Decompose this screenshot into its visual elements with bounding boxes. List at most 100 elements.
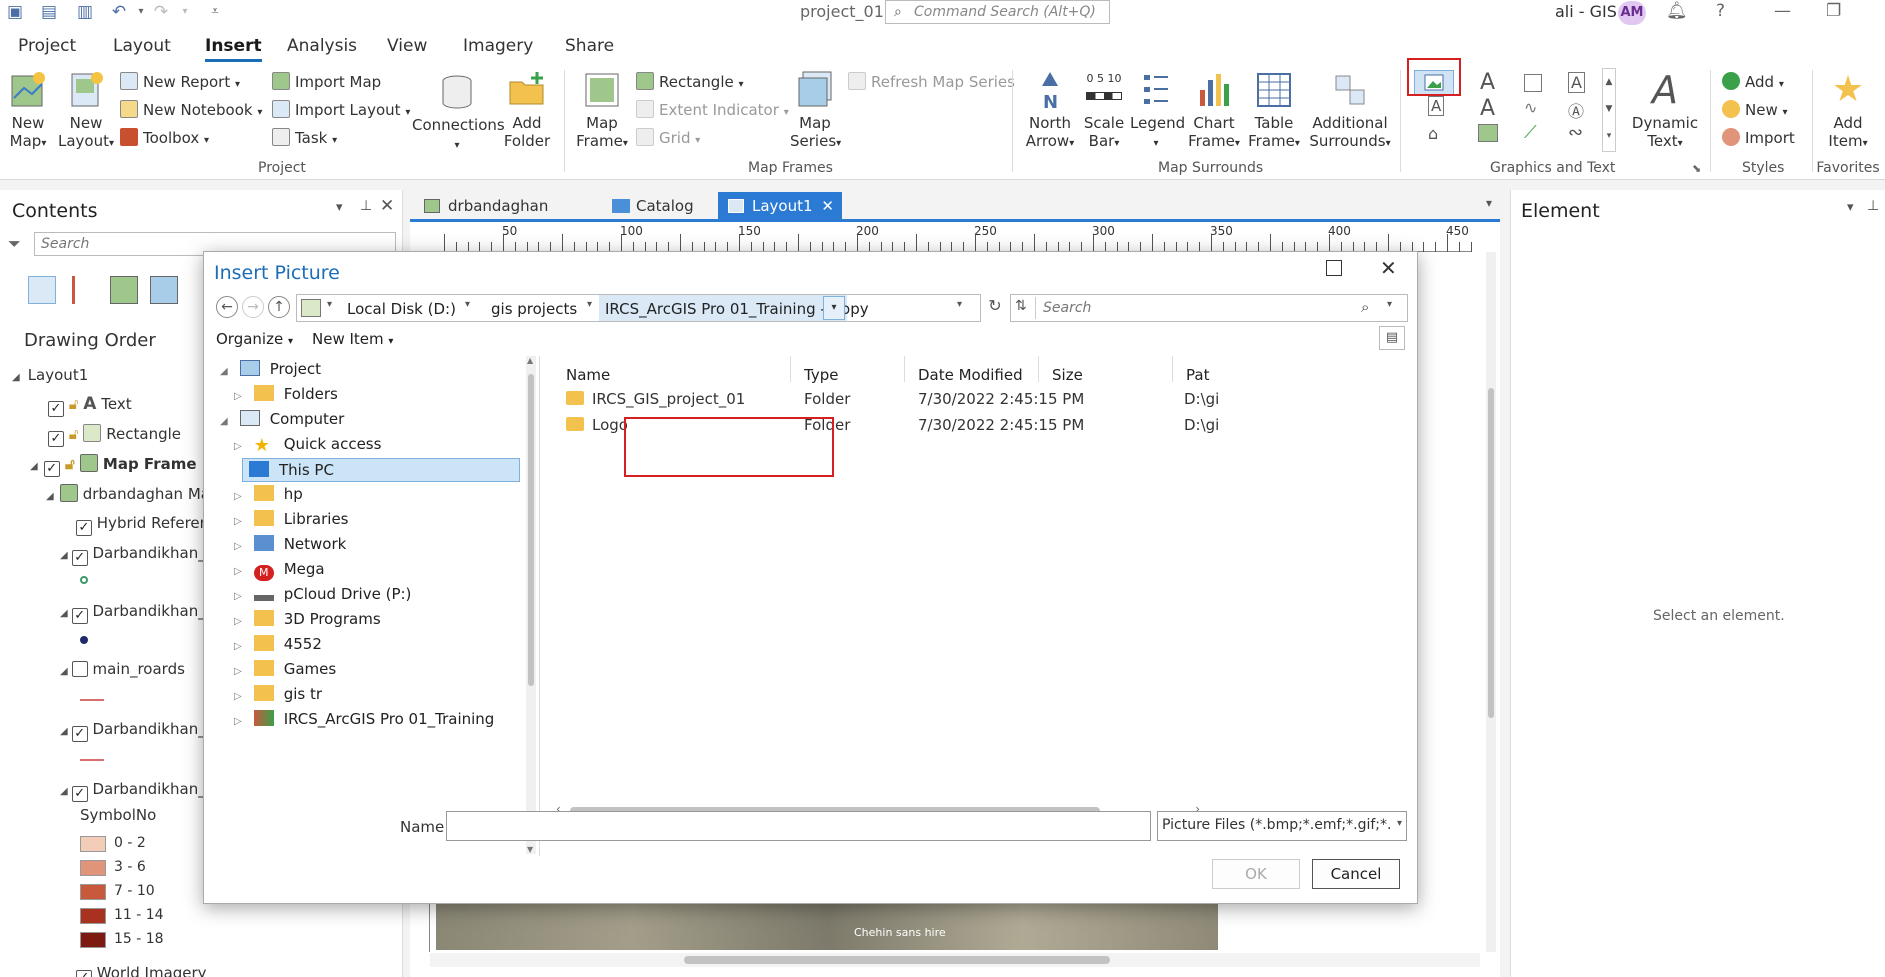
visibility-checkbox[interactable]: ✓ xyxy=(48,401,64,417)
path-segment[interactable]: Local Disk (D:) xyxy=(347,300,456,318)
nav-item-folders[interactable]: ▷ Folders xyxy=(234,385,338,403)
file-row[interactable]: IRCS_GIS_project_01 Folder 7/30/2022 2:45:… xyxy=(556,388,1219,412)
horizontal-scroll-thumb[interactable] xyxy=(684,956,1110,964)
tab-share[interactable]: Share xyxy=(565,36,614,56)
chevron-down-icon[interactable]: ▾ xyxy=(823,296,845,320)
cancel-button[interactable]: Cancel xyxy=(1312,859,1400,889)
tree-row-layout1[interactable]: ◢ Layout1 xyxy=(12,366,88,384)
save-icon[interactable]: ▥ xyxy=(74,2,96,22)
new-layout-button[interactable]: New Layout▾ xyxy=(58,70,114,153)
expand-icon[interactable]: ▷ xyxy=(234,491,242,502)
north-arrow-button[interactable]: N North Arrow▾ xyxy=(1024,70,1076,153)
nav-item-3d-programs[interactable]: ▷ 3D Programs xyxy=(234,610,381,628)
column-divider[interactable] xyxy=(904,356,905,382)
nav-item-ircs-arcgis-pro-01-training[interactable]: ▷ IRCS_ArcGIS Pro 01_Training xyxy=(234,710,494,728)
file-type-select[interactable]: Picture Files (*.bmp;*.emf;*.gif;*.jpg ▾ xyxy=(1157,811,1407,841)
add-folder-button[interactable]: Add Folder xyxy=(502,70,552,150)
redo-icon[interactable]: ↷ xyxy=(150,2,172,22)
tab-analysis[interactable]: Analysis xyxy=(287,36,357,56)
tab-catalog[interactable]: Catalog xyxy=(602,192,702,220)
column-header-type[interactable]: Type xyxy=(804,366,838,384)
back-icon[interactable]: ← xyxy=(216,296,238,318)
column-header-size[interactable]: Size xyxy=(1052,366,1083,384)
bell-icon[interactable]: 🔔︎ xyxy=(1666,1,1688,21)
connections-button[interactable]: Connections ▾ xyxy=(412,72,505,155)
task-button[interactable]: Task ▾ xyxy=(272,128,337,147)
tree-row-layer[interactable]: ◢ ✓ Darbandikhan_l xyxy=(60,720,210,742)
visibility-checkbox[interactable]: ✓ xyxy=(48,431,64,447)
filter-icon[interactable]: ⏷ xyxy=(8,234,21,254)
additional-surrounds-button[interactable]: Additional Surrounds▾ xyxy=(1308,70,1392,153)
nav-scroll-thumb[interactable] xyxy=(528,374,534,686)
map-frame-button[interactable]: Map Frame▾ xyxy=(574,70,630,153)
file-name-input[interactable] xyxy=(446,811,1151,841)
expand-icon[interactable]: ◢ xyxy=(220,366,228,377)
column-header-date-modified[interactable]: Date Modified xyxy=(918,366,1023,384)
up-icon[interactable]: ↑ xyxy=(268,296,290,318)
pane-options-icon[interactable]: ▾ xyxy=(1847,200,1854,215)
close-icon[interactable]: ✕ xyxy=(380,196,394,216)
tree-row-main-roads[interactable]: ◢ main_roards xyxy=(60,660,185,678)
address-bar[interactable]: ▾ Local Disk (D:) ▾ gis projects ▾ IRCS_… xyxy=(296,294,981,322)
list-by-drawing-order-icon[interactable] xyxy=(28,276,56,304)
lock-icon[interactable]: 🔓︎ xyxy=(69,395,79,413)
rectangle-tool-icon[interactable] xyxy=(1524,74,1542,92)
view-options-icon[interactable]: ▤ xyxy=(1379,326,1405,350)
list-by-editing-icon[interactable] xyxy=(150,276,178,304)
visibility-checkbox[interactable]: ✓ xyxy=(76,970,92,977)
expand-icon[interactable]: ▷ xyxy=(234,441,242,452)
expand-icon[interactable]: ◢ xyxy=(60,666,68,677)
pin-icon[interactable]: ⊥ xyxy=(1867,198,1879,214)
help-icon[interactable]: ? xyxy=(1716,1,1725,21)
visibility-checkbox[interactable]: ✓ xyxy=(76,520,92,536)
nav-item-network[interactable]: ▷ Network xyxy=(234,535,346,553)
expand-icon[interactable]: ◢ xyxy=(60,726,68,737)
vertical-scroll-thumb[interactable] xyxy=(1488,388,1494,718)
tree-row-layer[interactable]: ◢ ✓ Darbandikhan_F xyxy=(60,602,214,624)
toolbox-button[interactable]: Toolbox ▾ xyxy=(120,128,209,147)
add-style-button[interactable]: Add ▾ xyxy=(1722,72,1784,91)
expand-icon[interactable]: ◢ xyxy=(60,786,68,797)
import-style-button[interactable]: Import xyxy=(1722,128,1795,147)
refresh-map-series-button[interactable]: Refresh Map Series xyxy=(848,72,1015,91)
pin-icon[interactable]: ⊥ xyxy=(360,198,372,214)
vertical-scrollbar[interactable] xyxy=(1486,252,1496,952)
list-by-source-icon[interactable] xyxy=(72,276,98,304)
point-text-icon[interactable]: A xyxy=(1480,96,1495,121)
close-icon[interactable]: ✕ xyxy=(1380,256,1397,280)
column-header-path[interactable]: Pat xyxy=(1186,366,1209,384)
circle-text-icon[interactable]: Ⓐ xyxy=(1568,98,1584,122)
nav-item-games[interactable]: ▷ Games xyxy=(234,660,336,678)
new-report-button[interactable]: New Report ▾ xyxy=(120,72,240,91)
expand-icon[interactable]: ▷ xyxy=(234,691,242,702)
scroll-up-icon[interactable]: ▲ xyxy=(527,356,533,365)
tab-layout1[interactable]: Layout1 ✕ xyxy=(718,192,842,220)
new-map-button[interactable]: New Map▾ xyxy=(4,70,52,153)
refresh-icon[interactable]: ↻ xyxy=(984,296,1006,320)
curvy-text-icon[interactable]: ∿ xyxy=(1524,98,1537,117)
chevron-down-icon[interactable]: ▾ xyxy=(327,299,332,310)
nav-item-this-pc[interactable]: This PC xyxy=(242,458,520,482)
search-icon[interactable]: ⌕ xyxy=(1361,298,1369,316)
expand-icon[interactable]: ▷ xyxy=(234,641,242,652)
expand-icon[interactable]: ▷ xyxy=(234,616,242,627)
column-divider[interactable] xyxy=(790,356,791,382)
dialog-search-input[interactable]: ⇅ Search ⌕ ▾ xyxy=(1010,294,1408,322)
lock-icon[interactable]: 🔓︎ xyxy=(65,455,75,473)
pane-options-icon[interactable]: ▾ xyxy=(336,200,343,215)
tree-row-map-frame[interactable]: ◢ ✓ 🔓︎ Map Frame xyxy=(30,454,197,477)
expand-icon[interactable]: ▷ xyxy=(234,516,242,527)
path-segment[interactable]: gis projects xyxy=(491,300,577,318)
grid-button[interactable]: Grid ▾ xyxy=(636,128,700,147)
nav-item-pcloud-drive-p[interactable]: ▷ pCloud Drive (P:) xyxy=(234,585,411,603)
expand-icon[interactable]: ▷ xyxy=(234,541,242,552)
tree-row-rectangle[interactable]: ✓ 🔓︎ Rectangle xyxy=(48,424,181,447)
import-layout-button[interactable]: Import Layout ▾ xyxy=(272,100,410,119)
table-frame-button[interactable]: Table Frame▾ xyxy=(1246,70,1302,153)
gallery-scroll[interactable]: ▲ ▼ ▾ xyxy=(1602,68,1616,152)
scroll-down-icon[interactable]: ▼ xyxy=(527,845,533,854)
expand-icon[interactable]: ▷ xyxy=(234,566,242,577)
nav-item-project[interactable]: ◢ Project xyxy=(220,360,321,378)
chevron-down-icon[interactable]: ▾ xyxy=(1387,299,1392,310)
new-project-icon[interactable]: ▣ xyxy=(4,2,26,22)
